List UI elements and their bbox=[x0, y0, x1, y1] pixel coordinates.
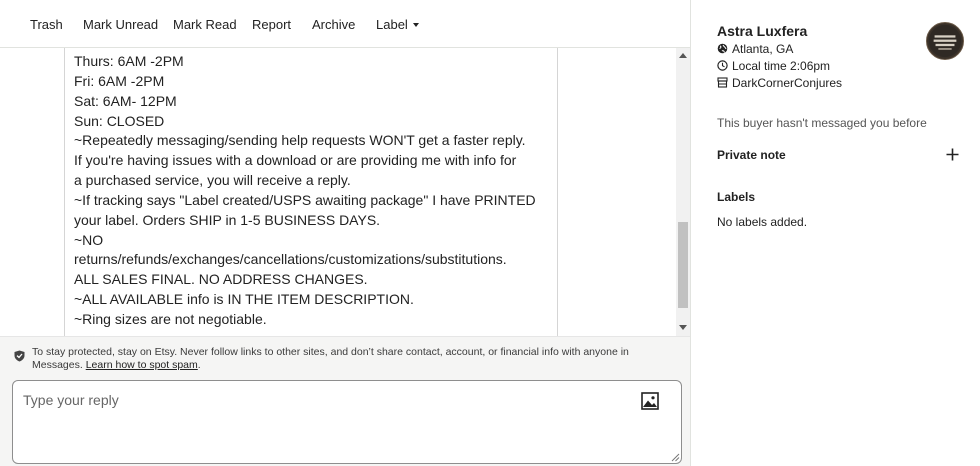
buyer-details-panel: Astra Luxfera Atlanta, GA Local time 2:0… bbox=[691, 0, 980, 466]
message-line: Thurs: 6AM -2PM bbox=[74, 53, 184, 69]
message-line: Sat: 6AM- 12PM bbox=[74, 92, 177, 109]
avatar[interactable] bbox=[926, 22, 964, 60]
archive-button[interactable]: Archive bbox=[312, 17, 355, 32]
report-button[interactable]: Report bbox=[252, 17, 291, 32]
message-line: ALL SALES FINAL. NO ADDRESS CHANGES. bbox=[74, 271, 368, 288]
message-line: a purchased service, you will receive a … bbox=[74, 172, 351, 189]
message-line: ~If tracking says "Label created/USPS aw… bbox=[74, 191, 536, 208]
scroll-down-arrow-icon[interactable] bbox=[679, 325, 687, 330]
buyer-location: Atlanta, GA bbox=[717, 42, 793, 56]
image-icon[interactable] bbox=[641, 392, 659, 410]
reply-input[interactable] bbox=[13, 381, 681, 463]
mark-unread-button[interactable]: Mark Unread bbox=[83, 17, 158, 32]
learn-spam-link[interactable]: Learn how to spot spam bbox=[86, 359, 198, 371]
message-line: Fri: 6AM -2PM bbox=[74, 72, 165, 89]
message-line: ~ALL AVAILABLE info is IN THE ITEM DESCR… bbox=[74, 291, 414, 308]
scrollbar-thumb[interactable] bbox=[678, 222, 688, 308]
reply-section: To stay protected, stay on Etsy. Never f… bbox=[0, 336, 690, 466]
reply-box bbox=[12, 380, 682, 464]
caret-down-icon bbox=[412, 23, 419, 27]
shop-icon bbox=[717, 77, 728, 88]
conversation-toolbar: Trash Mark Unread Mark Read Report Archi… bbox=[0, 0, 690, 48]
thread-scrollbar[interactable] bbox=[676, 48, 690, 336]
safety-notice: To stay protected, stay on Etsy. Never f… bbox=[32, 346, 677, 371]
resize-grip-icon[interactable] bbox=[671, 453, 680, 462]
clock-icon bbox=[717, 60, 728, 71]
conversation-pane: Trash Mark Unread Mark Read Report Archi… bbox=[0, 0, 690, 466]
buyer-local-time: Local time 2:06pm bbox=[717, 59, 830, 73]
buyer-history-note: This buyer hasn't messaged you before bbox=[717, 116, 927, 130]
message-body: Thurs: 6AM -2PM Fri: 6AM -2PM Sat: 6AM- 12… bbox=[74, 52, 554, 330]
buyer-local-time-text: Local time 2:06pm bbox=[732, 59, 831, 73]
message-line: your label. Orders SHIP in 1-5 BUSINESS … bbox=[74, 211, 381, 228]
message-line: ~Repeatedly messaging/sending help reque… bbox=[74, 132, 526, 149]
message-line: ~NO bbox=[74, 231, 104, 248]
plus-icon[interactable] bbox=[946, 148, 959, 161]
globe-icon bbox=[717, 43, 728, 54]
shield-icon bbox=[14, 350, 25, 362]
mark-read-button[interactable]: Mark Read bbox=[173, 17, 237, 32]
no-labels-text: No labels added. bbox=[717, 215, 808, 229]
trash-button[interactable]: Trash bbox=[30, 17, 63, 32]
buyer-name[interactable]: Astra Luxfera bbox=[717, 23, 807, 39]
label-dropdown[interactable]: Label bbox=[376, 17, 419, 32]
message-line: Sun: CLOSED bbox=[74, 112, 165, 129]
buyer-shop-link[interactable]: DarkCornerConjures bbox=[732, 76, 842, 90]
private-note-title: Private note bbox=[717, 148, 786, 162]
message-line: returns/refunds/exchanges/cancellations/… bbox=[74, 251, 507, 268]
message-line: If you're having issues with a download … bbox=[74, 152, 517, 169]
scroll-up-arrow-icon[interactable] bbox=[679, 53, 687, 58]
message-line: ~Ring sizes are not negotiable. bbox=[74, 310, 267, 327]
safety-notice-end: . bbox=[197, 358, 201, 371]
buyer-shop: DarkCornerConjures bbox=[717, 76, 842, 90]
label-dropdown-text: Label bbox=[376, 17, 408, 32]
message-thread: Thurs: 6AM -2PM Fri: 6AM -2PM Sat: 6AM- 12… bbox=[0, 48, 690, 336]
buyer-location-text: Atlanta, GA bbox=[732, 42, 794, 56]
labels-title: Labels bbox=[717, 190, 756, 204]
